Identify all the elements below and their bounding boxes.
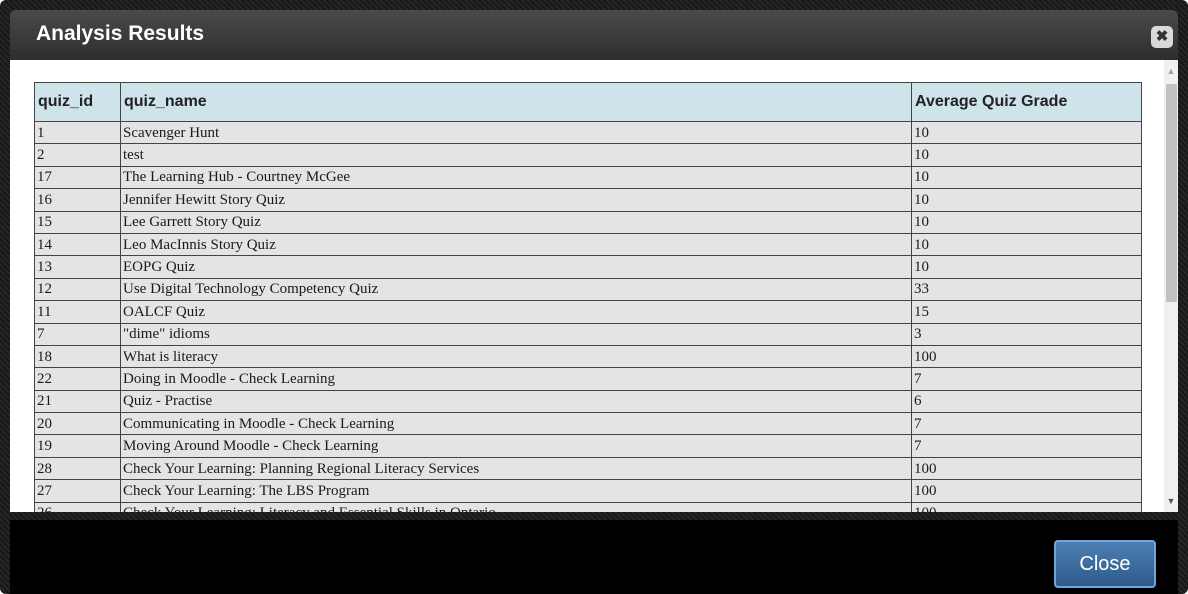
table-row: 20 Communicating in Moodle - Check Learni… [34, 412, 1142, 436]
cell-average-grade: 3 [911, 322, 1142, 346]
cell-average-grade: 100 [911, 344, 1142, 369]
cell-quiz-id: 1 [34, 120, 121, 145]
table-row: 17 The Learning Hub - Courtney McGee 10 [34, 165, 1142, 190]
column-header-quiz-id: quiz_id [34, 82, 121, 122]
cell-quiz-id: 7 [34, 322, 121, 346]
cell-average-grade: 15 [911, 300, 1142, 324]
cell-quiz-name: Lee Garrett Story Quiz [120, 210, 912, 234]
table-row: 28 Check Your Learning: Planning Regional… [34, 456, 1142, 481]
cell-average-grade: 100 [911, 501, 1142, 512]
cell-quiz-name: EOPG Quiz [120, 255, 912, 279]
cell-quiz-name: Use Digital Technology Competency Quiz [120, 277, 912, 302]
cell-average-grade: 10 [911, 210, 1142, 234]
cell-average-grade: 10 [911, 188, 1142, 212]
table-row: 13 EOPG Quiz 10 [34, 255, 1142, 279]
table-row: 26Check Your Learning: Literacy and Esse… [34, 501, 1142, 512]
close-icon[interactable]: ✖ [1151, 26, 1173, 48]
cell-average-grade: 10 [911, 120, 1142, 145]
arrow-up-icon[interactable]: ▲ [1164, 62, 1178, 80]
dialog-title: Analysis Results [36, 22, 205, 45]
cell-quiz-id: 13 [34, 255, 121, 279]
cell-average-grade: 10 [911, 255, 1142, 279]
table-row: 16 Jennifer Hewitt Story Quiz 10 [34, 188, 1142, 212]
cell-quiz-id: 15 [34, 210, 121, 234]
cell-quiz-name: Quiz - Practise [120, 389, 912, 414]
cell-quiz-id: 2 [34, 143, 121, 167]
cell-average-grade: 33 [911, 277, 1142, 302]
table-row: 2 test 10 [34, 143, 1142, 167]
cell-quiz-id: 20 [34, 412, 121, 436]
cell-average-grade: 100 [911, 456, 1142, 481]
column-header-quiz-name: quiz_name [120, 82, 912, 122]
table-body: 1 Scavenger Hunt 10 2 test 10 17 The Learning H… [34, 120, 1142, 512]
table-row: 1 Scavenger Hunt 10 [34, 120, 1142, 145]
cell-average-grade: 6 [911, 389, 1142, 414]
cell-quiz-id: 21 [34, 389, 121, 414]
close-button[interactable]: Close [1054, 540, 1156, 588]
cell-average-grade: 7 [911, 367, 1142, 391]
table-row: 12 Use Digital Technology Competency Quiz… [34, 277, 1142, 302]
results-scroll-area[interactable]: quiz_id quiz_name Average Quiz Grade 1 Sc… [10, 60, 1160, 512]
cell-average-grade: 7 [911, 412, 1142, 436]
cell-quiz-id: 17 [34, 165, 121, 190]
cell-quiz-id: 18 [34, 344, 121, 369]
cell-quiz-name: Check Your Learning: The LBS Program [120, 479, 912, 503]
table-row: 27 Check Your Learning: The LBS Program 10… [34, 479, 1142, 503]
cell-quiz-id: 14 [34, 232, 121, 257]
cell-average-grade: 10 [911, 165, 1142, 190]
cell-quiz-name: What is literacy [120, 344, 912, 369]
cell-quiz-id: 16 [34, 188, 121, 212]
cell-quiz-id: 28 [34, 456, 121, 481]
cell-quiz-name: Communicating in Moodle - Check Learning [120, 412, 912, 436]
cell-average-grade: 100 [911, 479, 1142, 503]
table-row: 15 Lee Garrett Story Quiz 10 [34, 210, 1142, 234]
table-header-row: quiz_id quiz_name Average Quiz Grade [34, 82, 1142, 122]
column-header-average-grade: Average Quiz Grade [911, 82, 1142, 122]
dialog-content: quiz_id quiz_name Average Quiz Grade 1 Sc… [10, 60, 1178, 512]
cell-quiz-name: Jennifer Hewitt Story Quiz [120, 188, 912, 212]
cell-average-grade: 10 [911, 143, 1142, 167]
cell-quiz-name: Moving Around Moodle - Check Learning [120, 434, 912, 458]
results-table: quiz_id quiz_name Average Quiz Grade 1 Sc… [34, 82, 1142, 512]
table-row: 19 Moving Around Moodle - Check Learning 7 [34, 434, 1142, 458]
table-row: 22 Doing in Moodle - Check Learning 7 [34, 367, 1142, 391]
dialog-footer: Close [10, 520, 1178, 594]
cell-quiz-id: 12 [34, 277, 121, 302]
cell-quiz-id: 19 [34, 434, 121, 458]
table-row: 21 Quiz - Practise 6 [34, 389, 1142, 414]
cell-quiz-name: Doing in Moodle - Check Learning [120, 367, 912, 391]
dialog-titlebar: Analysis Results ✖ [10, 10, 1178, 60]
cell-average-grade: 7 [911, 434, 1142, 458]
cell-quiz-id: 11 [34, 300, 121, 324]
cell-quiz-name: The Learning Hub - Courtney McGee [120, 165, 912, 190]
cell-quiz-name: test [120, 143, 912, 167]
cell-quiz-name: Leo MacInnis Story Quiz [120, 232, 912, 257]
scrollbar-thumb[interactable] [1166, 84, 1177, 302]
table-row: 7 "dime" idioms 3 [34, 322, 1142, 346]
cell-average-grade: 10 [911, 232, 1142, 257]
cell-quiz-id: 22 [34, 367, 121, 391]
table-row: 18 What is literacy 100 [34, 344, 1142, 369]
cell-quiz-name: Check Your Learning: Literacy and Essent… [120, 501, 912, 512]
cell-quiz-name: "dime" idioms [120, 322, 912, 346]
table-row: 14 Leo MacInnis Story Quiz 10 [34, 232, 1142, 257]
vertical-scrollbar[interactable]: ▲ ▼ [1164, 60, 1178, 512]
cell-quiz-name: Scavenger Hunt [120, 120, 912, 145]
cell-quiz-name: Check Your Learning: Planning Regional L… [120, 456, 912, 481]
cell-quiz-id: 26 [34, 501, 121, 512]
cell-quiz-id: 27 [34, 479, 121, 503]
table-row: 11 OALCF Quiz 15 [34, 300, 1142, 324]
arrow-down-icon[interactable]: ▼ [1164, 492, 1178, 510]
cell-quiz-name: OALCF Quiz [120, 300, 912, 324]
analysis-results-dialog: Analysis Results ✖ quiz_id quiz_name Ave… [0, 0, 1188, 594]
